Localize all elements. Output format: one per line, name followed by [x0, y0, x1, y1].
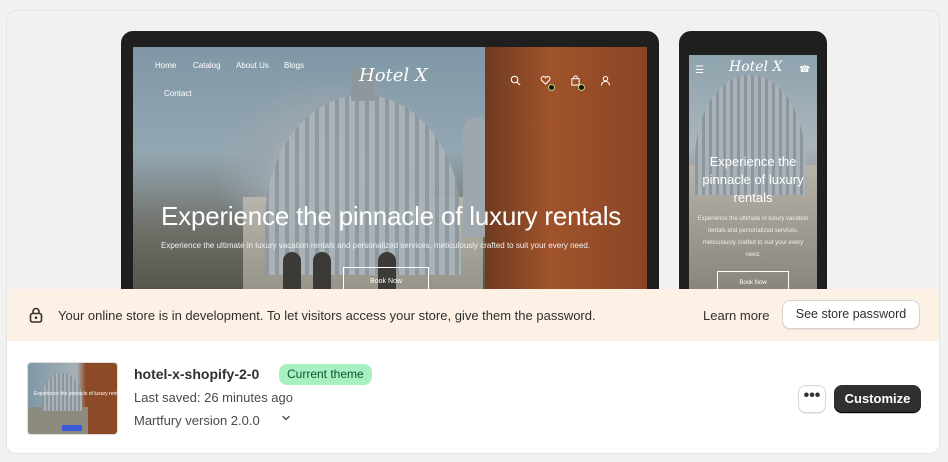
theme-card: Home Catalog About Us Blogs Contact Hote…	[6, 10, 940, 454]
hero-title: Experience the pinnacle of luxury rental…	[161, 201, 622, 231]
cart-icon	[569, 75, 585, 91]
header-icons	[509, 75, 611, 91]
nav-about: About Us	[236, 61, 269, 70]
dev-store-banner: Your online store is in development. To …	[7, 289, 939, 341]
nav-catalog: Catalog	[193, 61, 221, 70]
phone-icon: ☎	[799, 64, 811, 74]
theme-version[interactable]: Martfury version 2.0.0	[134, 413, 260, 428]
wishlist-count-badge	[548, 84, 555, 91]
nav-contact: Contact	[164, 89, 192, 98]
banner-message: Your online store is in development. To …	[58, 308, 596, 323]
last-saved-text: Last saved: 26 minutes ago	[134, 390, 293, 405]
desktop-screen: Home Catalog About Us Blogs Contact Hote…	[133, 47, 647, 289]
nav-home: Home	[155, 61, 177, 70]
account-icon	[599, 75, 611, 87]
mobile-preview: ☰ Hotel X ☎ Experience the pinnacle of l…	[679, 31, 827, 289]
menu-icon: ☰	[695, 65, 704, 76]
mobile-screen: ☰ Hotel X ☎ Experience the pinnacle of l…	[689, 55, 817, 289]
nav-blogs: Blogs	[284, 61, 305, 70]
more-actions-button[interactable]: •••	[798, 385, 826, 413]
learn-more-link[interactable]: Learn more	[703, 308, 769, 323]
desktop-preview: Home Catalog About Us Blogs Contact Hote…	[121, 31, 659, 289]
book-now-button: Book Now	[343, 267, 429, 289]
search-icon	[509, 75, 521, 87]
store-logo: Hotel X	[359, 65, 428, 86]
cart-count-badge	[578, 84, 585, 91]
theme-preview[interactable]: Home Catalog About Us Blogs Contact Hote…	[7, 11, 939, 289]
see-store-password-button[interactable]: See store password	[782, 300, 920, 329]
store-logo: Hotel X	[729, 59, 783, 75]
customize-button[interactable]: Customize	[834, 385, 921, 413]
lock-icon	[29, 307, 43, 323]
theme-name: hotel-x-shopify-2-0	[134, 366, 260, 382]
current-theme-badge: Current theme	[279, 364, 372, 385]
theme-thumbnail[interactable]: Experience the pinnacle of luxury rental…	[27, 362, 118, 435]
hero-subtitle: Experience the ultimate in luxury vacati…	[161, 241, 591, 250]
hero-title: Experience the pinnacle of luxury rental…	[702, 154, 804, 205]
chevron-down-icon[interactable]	[281, 413, 291, 423]
hero-subtitle: Experience the ultimate in luxury vacati…	[697, 216, 809, 258]
book-now-button: Book Now	[717, 271, 789, 289]
wishlist-icon	[539, 75, 555, 91]
thumbnail-hero-title: Experience the pinnacle of luxury rental…	[34, 391, 118, 397]
